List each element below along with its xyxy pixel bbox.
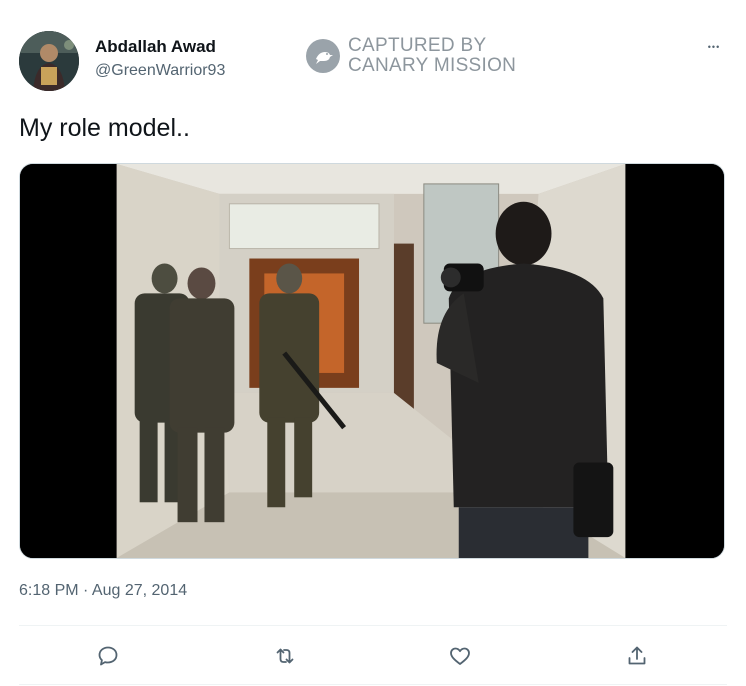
more-glyph: •••: [707, 42, 721, 52]
reply-button[interactable]: [90, 638, 126, 674]
canary-bird-icon: [306, 39, 340, 73]
tweet-photo[interactable]: [19, 163, 725, 559]
tweet-text: My role model..: [19, 114, 190, 142]
share-button[interactable]: [619, 638, 655, 674]
divider: [19, 684, 727, 685]
watermark-line1: CAPTURED BY: [348, 35, 487, 56]
author-handle[interactable]: @GreenWarrior93: [95, 62, 225, 80]
author-avatar[interactable]: [19, 31, 79, 91]
retweet-button[interactable]: [267, 638, 303, 674]
action-bar: [19, 638, 727, 674]
like-icon: [450, 647, 470, 665]
retweet-icon: [276, 648, 294, 664]
tweet-timestamp[interactable]: 6:18 PM · Aug 27, 2014: [19, 582, 187, 600]
divider: [19, 625, 727, 626]
watermark-line2: CANARY MISSION: [348, 55, 517, 76]
watermark-text: CAPTURED BY CANARY MISSION: [348, 36, 516, 76]
share-icon: [628, 646, 646, 665]
reply-icon: [98, 646, 118, 666]
more-dots-icon[interactable]: •••: [700, 35, 728, 59]
watermark: CAPTURED BY CANARY MISSION: [306, 35, 516, 77]
like-button[interactable]: [442, 638, 478, 674]
photo-scene: [116, 164, 626, 558]
tweet-card: Abdallah Awad @GreenWarrior93 CAPTURED B…: [0, 0, 746, 686]
author-display-name[interactable]: Abdallah Awad: [95, 37, 216, 57]
